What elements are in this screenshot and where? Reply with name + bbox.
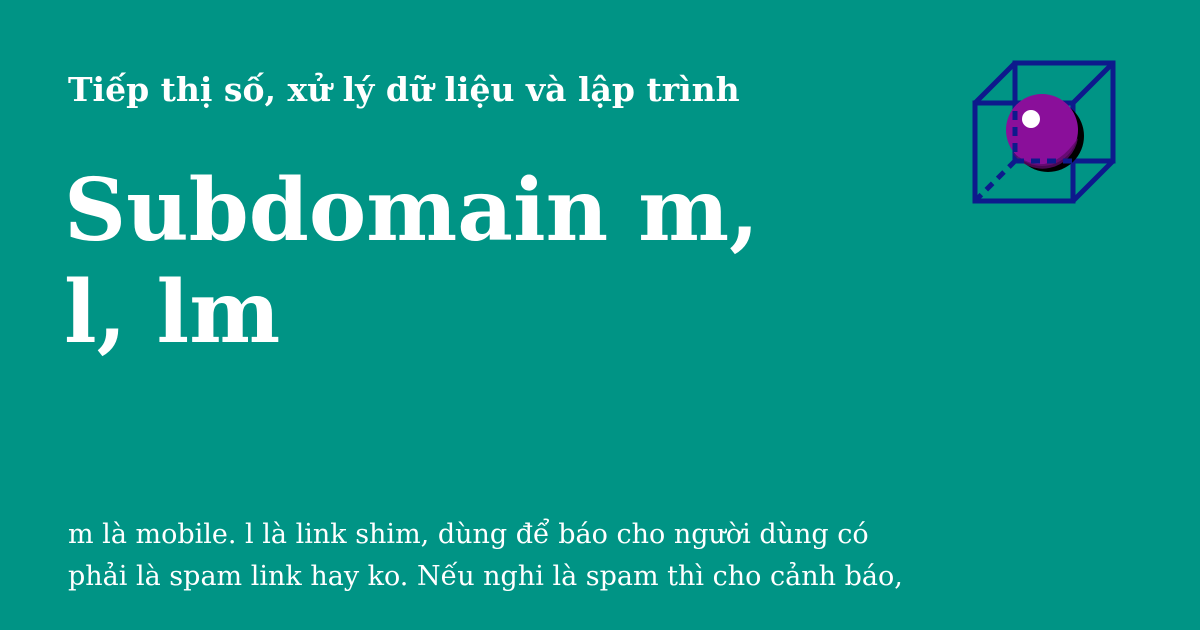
post-title: Subdomain m, l, lm — [64, 160, 760, 363]
post-excerpt: m là mobile. l là link shim, dùng để báo… — [68, 519, 903, 592]
site-name: Tiếp thị số, xử lý dữ liệu và lập trình — [68, 70, 740, 109]
social-share-card: Tiếp thị số, xử lý dữ liệu và lập trình … — [0, 0, 1200, 630]
cube-with-sphere-icon — [972, 60, 1116, 204]
